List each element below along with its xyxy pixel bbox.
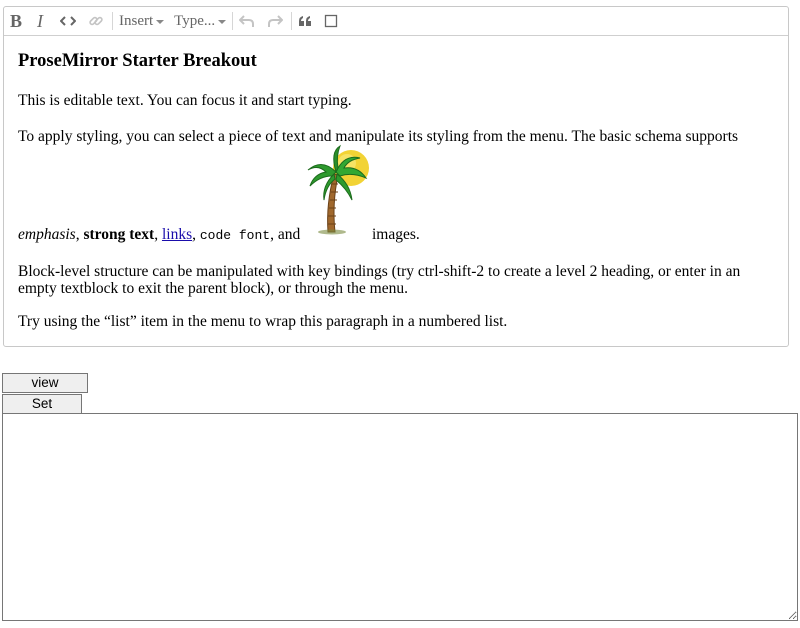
paragraph-end-text: images. (372, 225, 420, 243)
select-parent-node-icon[interactable] (324, 10, 338, 32)
paragraph: To apply styling, you can select a piece… (18, 127, 739, 145)
separator-text: , (154, 225, 162, 243)
chevron-down-icon (218, 20, 227, 24)
paragraph: Try using the “list” item in the menu to… (18, 313, 508, 331)
menu-separator (232, 12, 234, 30)
italic-icon[interactable]: I (36, 10, 48, 32)
document-heading: ProseMirror Starter Breakout (18, 51, 257, 71)
emphasis-text: emphasis (18, 225, 76, 243)
set-source-button[interactable]: Set source (2, 394, 82, 429)
styled-text-line: emphasis, strong text, links, code font,… (18, 226, 300, 244)
prosemirror-editor: B I Insert Type... ProseMirror Starter B… (3, 6, 789, 347)
menu-separator (291, 12, 293, 30)
editor-content[interactable]: ProseMirror Starter Breakout This is edi… (4, 51, 788, 331)
chevron-down-icon (156, 20, 165, 24)
menubar: B I Insert Type... (4, 7, 788, 36)
code-icon[interactable] (60, 10, 76, 32)
bold-icon[interactable]: B (10, 10, 24, 32)
separator-text: , (192, 225, 200, 243)
insert-dropdown[interactable]: Insert (119, 12, 165, 30)
code-text: code font (199, 227, 271, 243)
undo-icon[interactable] (239, 10, 255, 32)
paragraph: Block-level structure can be manipulated… (18, 262, 741, 298)
view-source-button[interactable]: view source (2, 373, 88, 408)
palm-tree-image[interactable] (304, 144, 374, 236)
menu-separator (112, 12, 113, 30)
type-dropdown[interactable]: Type... (174, 12, 227, 30)
separator-text: , and (270, 225, 301, 243)
svg-text:B: B (10, 13, 22, 29)
redo-icon[interactable] (267, 10, 284, 32)
link-icon[interactable] (88, 10, 104, 32)
paragraph-with-image: emphasis, strong text, links, code font,… (18, 144, 774, 250)
type-dropdown-label: Type... (174, 12, 216, 29)
svg-text:I: I (36, 13, 44, 29)
blockquote-icon[interactable] (298, 10, 312, 32)
strong-text: strong text (83, 225, 155, 243)
link[interactable]: links (162, 226, 192, 243)
insert-dropdown-label: Insert (119, 12, 154, 29)
paragraph: This is editable text. You can focus it … (18, 92, 352, 109)
source-textarea[interactable] (2, 413, 798, 621)
